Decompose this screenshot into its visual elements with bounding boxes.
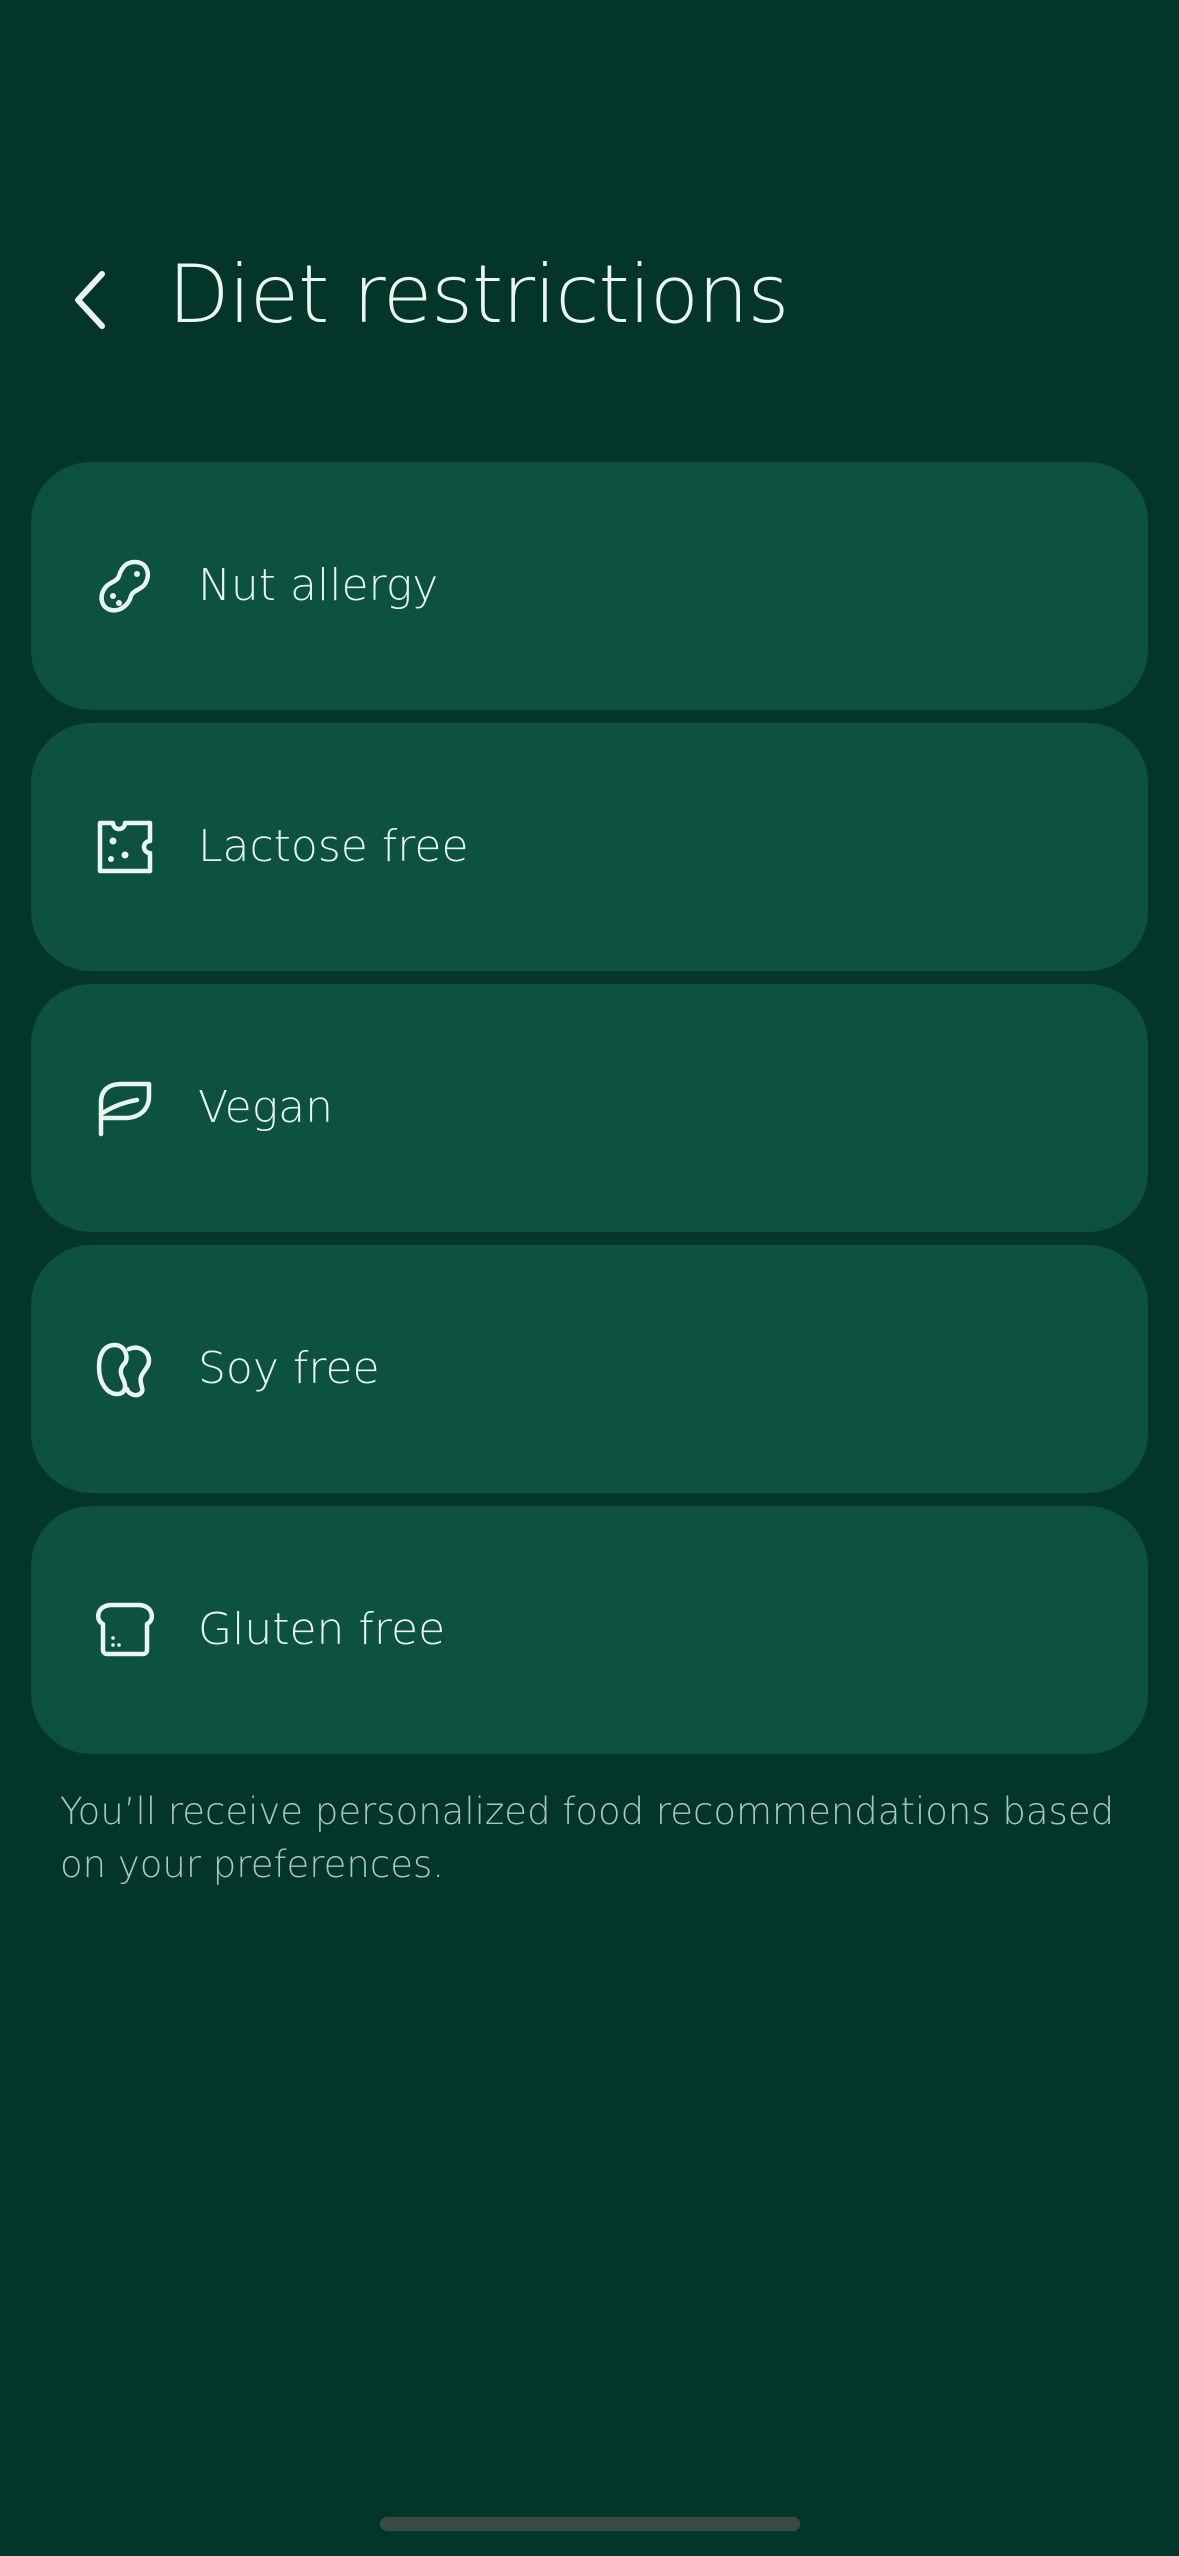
option-nut-allergy[interactable]: Nut allergy: [31, 462, 1148, 710]
leaf-icon: [95, 1078, 155, 1138]
option-soy-free[interactable]: Soy free: [31, 1245, 1148, 1493]
cheese-icon: [95, 817, 155, 877]
option-lactose-free[interactable]: Lactose free: [31, 723, 1148, 971]
back-button[interactable]: [50, 250, 130, 350]
peanut-icon: [95, 556, 155, 616]
bean-icon: [95, 1339, 155, 1399]
page-title: Diet restrictions: [168, 248, 789, 341]
option-label: Nut allergy: [198, 560, 439, 611]
option-label: Lactose free: [198, 821, 469, 872]
option-label: Gluten free: [198, 1604, 446, 1655]
header: Diet restrictions: [0, 230, 1179, 360]
option-label: Vegan: [198, 1082, 334, 1133]
recommendations-note: You’ll receive personalized food recomme…: [60, 1790, 1115, 1886]
home-indicator[interactable]: [380, 2517, 800, 2531]
option-label: Soy free: [198, 1343, 380, 1394]
option-gluten-free[interactable]: Gluten free: [31, 1506, 1148, 1754]
option-vegan[interactable]: Vegan: [31, 984, 1148, 1232]
chevron-left-icon: [70, 268, 110, 332]
bread-icon: [95, 1600, 155, 1660]
diet-options-list: Nut allergy Lactose free Vegan Soy free …: [31, 462, 1148, 1767]
